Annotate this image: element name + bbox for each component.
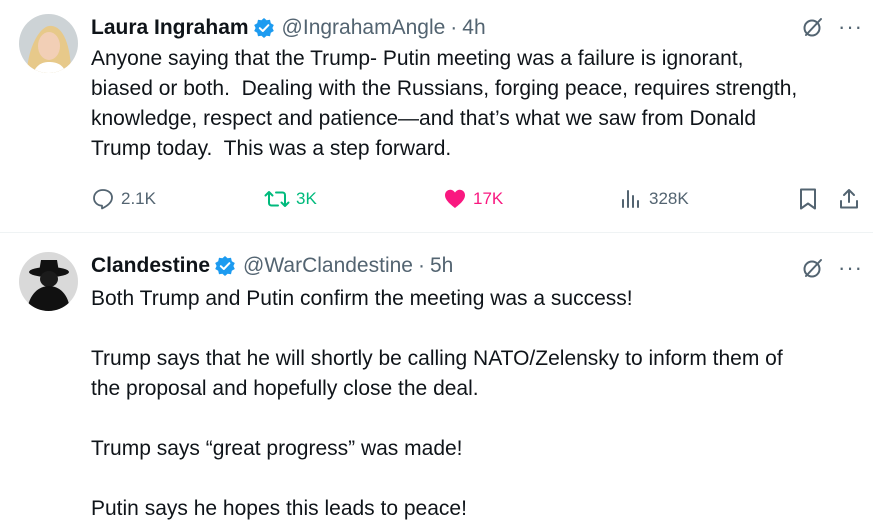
repost-count: 3K bbox=[296, 189, 317, 208]
grok-icon[interactable] bbox=[802, 257, 824, 279]
tweet-text: Both Trump and Putin confirm the meeting… bbox=[91, 287, 783, 520]
like-button[interactable]: 17K bbox=[443, 187, 503, 211]
avatar[interactable] bbox=[19, 14, 78, 73]
avatar-image-icon bbox=[19, 252, 78, 311]
repost-icon bbox=[264, 191, 290, 207]
handle[interactable]: @IngrahamAngle bbox=[282, 16, 446, 40]
repost-button[interactable]: 3K bbox=[264, 187, 317, 211]
heart-icon bbox=[445, 189, 465, 208]
more-options-icon[interactable]: ··· bbox=[838, 16, 863, 38]
more-options-icon[interactable]: ··· bbox=[838, 257, 863, 279]
avatar-image-icon bbox=[19, 14, 78, 73]
verified-badge-icon bbox=[253, 18, 274, 38]
reply-button[interactable]: 2.1K bbox=[91, 187, 156, 211]
tweet-header: Clandestine @WarClandestine · 5h bbox=[91, 252, 453, 280]
tweet-top-actions: ··· bbox=[802, 16, 863, 38]
views-icon bbox=[622, 190, 639, 208]
tweet-top-actions: ··· bbox=[802, 257, 863, 279]
avatar[interactable] bbox=[19, 252, 78, 311]
timestamp[interactable]: 4h bbox=[462, 16, 485, 40]
separator: · bbox=[417, 254, 425, 277]
reply-icon bbox=[93, 189, 113, 210]
share-button[interactable] bbox=[837, 187, 867, 211]
views-count: 328K bbox=[649, 189, 689, 208]
tweet-action-bar: 2.1K 3K 17K 328K bbox=[91, 185, 866, 215]
reply-count: 2.1K bbox=[121, 189, 156, 208]
views-button[interactable]: 328K bbox=[619, 187, 689, 211]
bookmark-icon bbox=[800, 188, 816, 210]
timestamp[interactable]: 5h bbox=[430, 254, 453, 278]
display-name[interactable]: Laura Ingraham bbox=[91, 16, 249, 40]
like-count: 17K bbox=[473, 189, 504, 208]
share-icon bbox=[840, 189, 858, 209]
tweet-text: Anyone saying that the Trump- Putin meet… bbox=[91, 47, 798, 160]
bookmark-button[interactable] bbox=[797, 187, 825, 211]
grok-icon[interactable] bbox=[802, 16, 824, 38]
tweet-clandestine[interactable]: Clandestine @WarClandestine · 5h ··· Bot… bbox=[0, 233, 873, 532]
tweet-laura-ingraham[interactable]: Laura Ingraham @IngrahamAngle · 4h ··· A… bbox=[0, 0, 873, 232]
tweet-header: Laura Ingraham @IngrahamAngle · 4h bbox=[91, 14, 486, 42]
separator: · bbox=[450, 16, 458, 39]
verified-badge-icon bbox=[215, 256, 235, 276]
display-name[interactable]: Clandestine bbox=[91, 254, 210, 278]
handle[interactable]: @WarClandestine bbox=[243, 254, 413, 278]
